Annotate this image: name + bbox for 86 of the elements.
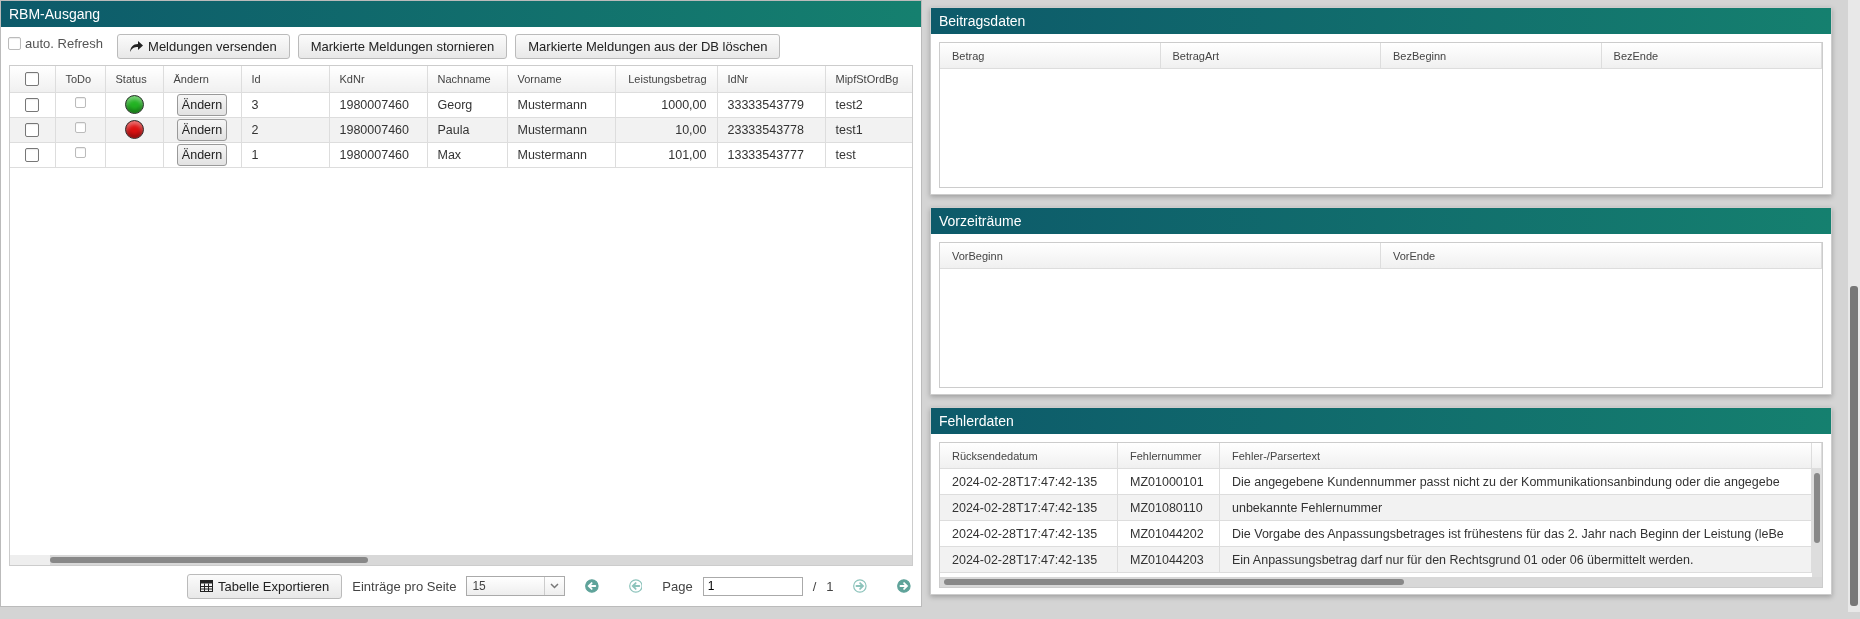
table-cell: 1980007460 <box>329 92 427 117</box>
table-cell: 2024-02-28T17:47:42-135 <box>940 547 1118 573</box>
panel-title: Fehlerdaten <box>931 408 1832 434</box>
table-cell: 13333543777 <box>717 142 825 167</box>
table-cell: Mustermann <box>507 142 615 167</box>
edit-button[interactable]: Ändern <box>176 93 228 116</box>
column-header[interactable]: Nachname <box>427 66 507 92</box>
checkbox[interactable] <box>25 71 40 86</box>
panel-title: RBM-Ausgang <box>1 1 921 27</box>
page-separator: / <box>812 578 817 594</box>
checkbox[interactable] <box>25 122 40 137</box>
toolbar-button[interactable]: Markierte Meldungen stornieren <box>297 34 508 59</box>
column-header[interactable]: VorBeginn <box>940 243 1381 269</box>
table-cell: test1 <box>825 117 912 142</box>
table-cell: Max <box>427 142 507 167</box>
table-row[interactable]: Ändern 2 1980007460 Paula Mustermann 10,00 23333543778 test1 <box>10 117 912 142</box>
table-cell: 1980007460 <box>329 142 427 167</box>
table-cell: test2 <box>825 92 912 117</box>
page-input[interactable]: 1 <box>702 576 803 596</box>
vertical-scrollbar[interactable] <box>1812 469 1823 577</box>
table-cell: 3 <box>241 92 329 117</box>
table-row[interactable]: 2024-02-28T17:47:42-135 MZ01080110 unbekannte Fehlernummer <box>940 495 1813 521</box>
table-cell: 23333543778 <box>717 117 825 142</box>
table-row[interactable]: Ändern 3 1980007460 Georg Mustermann 1000,00 33333543779 test2 <box>10 92 912 117</box>
table-row[interactable]: 2024-02-28T17:47:42-135 MZ01000101 Die angegebene Kundennummer passt nicht zu der Kommunikationsanbindung oder die angegebe <box>940 469 1813 495</box>
table-row[interactable]: 2024-02-28T17:47:42-135 MZ01044202 Die Vorgabe des Anpassungsbetrages ist frühestens für das 2. Jahr nach Beginn der Leistung (leBe <box>940 521 1813 547</box>
edit-button[interactable]: Ändern <box>176 143 228 166</box>
select-value: 15 <box>472 579 486 593</box>
table-cell: 101,00 <box>615 142 717 167</box>
column-header[interactable]: Fehler-/Parsertext <box>1220 443 1813 469</box>
table-row[interactable]: Ändern 1 1980007460 Max Mustermann 101,00 13333543777 test <box>10 142 912 167</box>
arrow-left-icon[interactable] <box>584 579 599 593</box>
table-row[interactable]: 2024-02-28T17:47:42-135 MZ01044203 Ein Anpassungsbetrag darf nur für den Rechtsgrund 01 oder 06 übermittelt werden. <box>940 547 1813 573</box>
column-header[interactable]: ToDo <box>55 66 105 92</box>
checkbox[interactable] <box>74 96 86 108</box>
page-size-select[interactable]: 15 <box>466 576 565 596</box>
column-header[interactable]: Vorname <box>507 66 615 92</box>
table-cell: Ein Anpassungsbetrag darf nur für den Rechtsgrund 01 oder 06 übermittelt werden. <box>1220 547 1813 573</box>
column-header[interactable]: Rücksendedatum <box>940 443 1118 469</box>
table-cell: 33333543779 <box>717 92 825 117</box>
toolbar-button[interactable]: Markierte Meldungen aus der DB löschen <box>515 34 781 59</box>
edit-button[interactable]: Ändern <box>176 118 228 141</box>
arrow-right-icon[interactable] <box>897 579 911 593</box>
table-cell: Paula <box>427 117 507 142</box>
vertical-scrollbar[interactable] <box>1848 0 1860 612</box>
page-size-label: Einträge pro Seite <box>352 578 457 594</box>
table-cell: 1000,00 <box>615 92 717 117</box>
checkbox[interactable] <box>74 121 86 133</box>
horizontal-scrollbar[interactable] <box>940 577 1823 587</box>
checkbox[interactable] <box>74 146 86 158</box>
table-cell: Mustermann <box>507 92 615 117</box>
column-header[interactable]: KdNr <box>329 66 427 92</box>
column-header[interactable]: Betrag <box>940 43 1161 69</box>
column-header[interactable]: BezBeginn <box>1381 43 1602 69</box>
export-button[interactable]: Tabelle Exportieren <box>187 573 343 599</box>
column-header[interactable]: Leistungsbetrag <box>615 66 717 92</box>
table-cell: MZ01044203 <box>1118 547 1220 573</box>
page-count: 1 <box>826 578 834 594</box>
table-cell: 1980007460 <box>329 117 427 142</box>
column-header[interactable]: Ändern <box>163 66 241 92</box>
table-cell: Georg <box>427 92 507 117</box>
column-header[interactable]: Id <box>241 66 329 92</box>
table-cell: 10,00 <box>615 117 717 142</box>
table-cell: 2 <box>241 117 329 142</box>
column-header[interactable]: IdNr <box>717 66 825 92</box>
column-header[interactable]: Fehlernummer <box>1118 443 1220 469</box>
column-header[interactable]: Status <box>105 66 163 92</box>
panel-title: Vorzeiträume <box>931 208 1832 234</box>
header-cell <box>1812 443 1823 469</box>
table-cell: Mustermann <box>507 117 615 142</box>
checkbox-label: auto. Refresh <box>25 36 104 51</box>
column-header[interactable]: VorEnde <box>1381 243 1823 269</box>
checkbox[interactable] <box>25 97 40 112</box>
page-label: Page <box>662 578 693 594</box>
horizontal-scrollbar[interactable] <box>10 555 912 565</box>
column-header[interactable]: MipfStOrdBg <box>825 66 912 92</box>
panel-title: Beitragsdaten <box>931 8 1832 34</box>
share-icon <box>130 41 144 52</box>
table-cell: 1 <box>241 142 329 167</box>
table-cell: test <box>825 142 912 167</box>
checkbox[interactable] <box>25 147 40 162</box>
checkbox[interactable] <box>8 37 21 50</box>
toolbar-button[interactable]: Meldungen versenden <box>117 34 290 59</box>
column-header[interactable]: BetragArt <box>1160 43 1382 69</box>
column-header[interactable]: BezEnde <box>1601 43 1823 69</box>
table-icon <box>200 580 213 592</box>
